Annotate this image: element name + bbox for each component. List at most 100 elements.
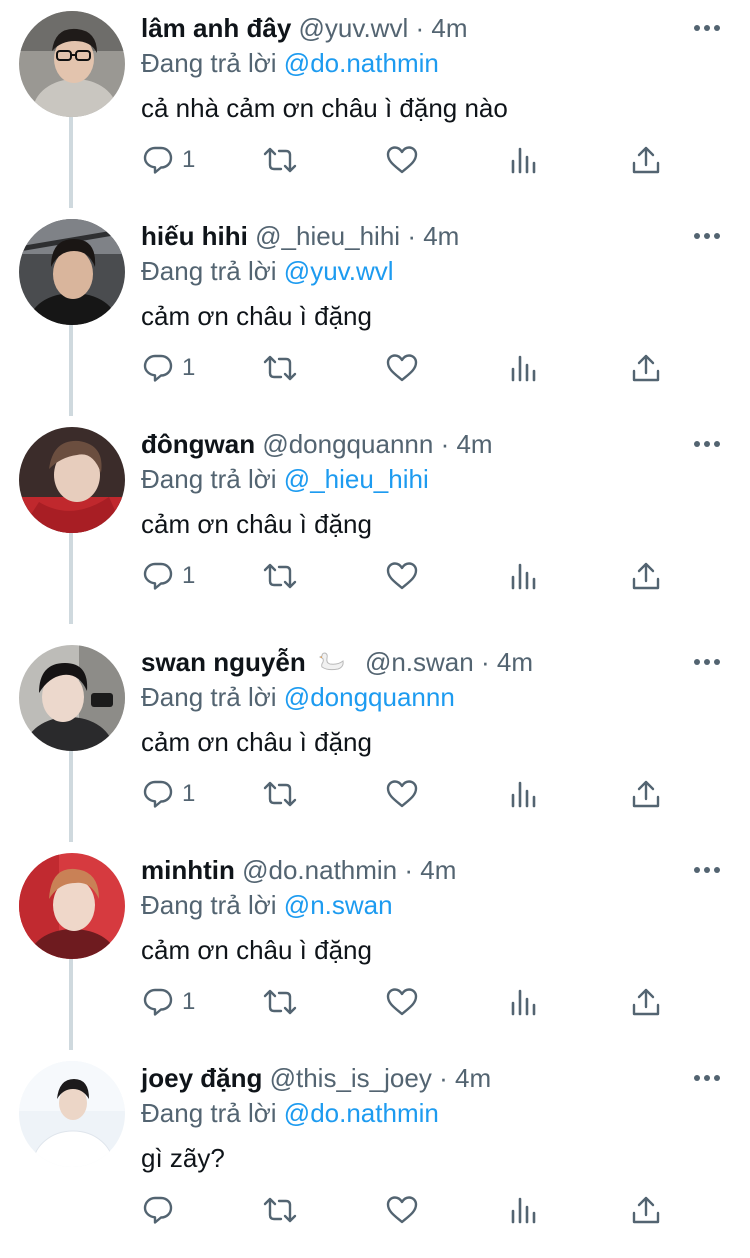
replying-to-mention[interactable]: @_hieu_hihi [284,464,429,494]
more-options-button[interactable] [692,18,722,38]
replying-to-mention[interactable]: @yuv.wvl [284,256,394,286]
timestamp[interactable]: 4m [420,855,456,885]
like-button[interactable] [385,348,419,388]
replying-to: Đang trả lời @do.nathmin [141,1096,439,1130]
retweet-icon [263,989,297,1015]
timestamp[interactable]: 4m [456,429,492,459]
views-button[interactable] [508,348,540,388]
timestamp[interactable]: 4m [423,221,459,251]
replying-to-label: Đang trả lời [141,682,277,712]
analytics-icon [511,355,536,382]
more-dots-icon [694,867,720,873]
replying-to-mention[interactable]: @n.swan [284,890,393,920]
display-name[interactable]: swan nguyễn [141,647,306,677]
more-options-button[interactable] [692,226,722,246]
tweet[interactable]: lâm anh đây @yuv.wvl · 4m Đang trả lời @… [0,0,750,208]
more-options-button[interactable] [692,652,722,672]
share-button[interactable] [630,982,662,1022]
views-button[interactable] [508,140,540,180]
tweet[interactable]: minhtin @do.nathmin · 4m Đang trả lời @n… [0,842,750,1050]
like-button[interactable] [385,1190,419,1230]
reply-count: 1 [182,562,196,589]
like-button[interactable] [385,982,419,1022]
replying-to-mention[interactable]: @dongquannn [284,682,455,712]
retweet-icon [263,1197,297,1223]
avatar[interactable] [19,11,125,117]
views-button[interactable] [508,556,540,596]
tweet-text: cảm ơn châu ì đặng [141,301,372,331]
timestamp[interactable]: 4m [431,13,467,43]
display-name[interactable]: minhtin [141,855,235,885]
user-handle[interactable]: @yuv.wvl [299,13,409,43]
replying-to-label: Đang trả lời [141,1098,277,1128]
reply-button[interactable]: 1 [142,774,195,814]
tweet-header: đôngwan @dongquannn · 4m [141,426,493,462]
display-name[interactable]: hiếu hihi [141,221,248,251]
views-button[interactable] [508,982,540,1022]
user-handle[interactable]: @_hieu_hihi [255,221,400,251]
tweet[interactable]: swan nguyễn @n.swan · 4m Đang trả lời @d… [0,634,750,842]
tweet[interactable]: hiếu hihi @_hieu_hihi · 4m Đang trả lời … [0,208,750,416]
replying-to-mention[interactable]: @do.nathmin [284,1098,439,1128]
avatar[interactable] [19,645,125,751]
share-button[interactable] [630,140,662,180]
more-options-button[interactable] [692,1068,722,1088]
user-handle[interactable]: @this_is_joey [270,1063,432,1093]
replying-to: Đang trả lời @do.nathmin [141,46,439,80]
more-options-button[interactable] [692,434,722,454]
reply-button[interactable]: 1 [142,140,195,180]
replying-to: Đang trả lời @n.swan [141,888,393,922]
share-button[interactable] [630,348,662,388]
like-button[interactable] [385,774,419,814]
heart-icon [386,354,418,382]
replying-to-label: Đang trả lời [141,48,277,78]
reply-button[interactable]: 1 [142,982,195,1022]
timestamp[interactable]: 4m [497,647,533,677]
tweet-actions: 1 [0,556,750,596]
separator-dot: · [404,855,414,885]
avatar[interactable] [19,1061,125,1167]
display-name[interactable]: joey đặng [141,1063,262,1093]
share-icon [632,354,660,382]
retweet-button[interactable] [262,348,298,388]
share-button[interactable] [630,774,662,814]
retweet-button[interactable] [262,774,298,814]
views-button[interactable] [508,774,540,814]
like-button[interactable] [385,556,419,596]
more-options-button[interactable] [692,860,722,880]
tweet-text: cả nhà cảm ơn châu ì đặng nào [141,93,508,123]
user-handle[interactable]: @n.swan [365,647,474,677]
retweet-button[interactable] [262,140,298,180]
reply-button[interactable]: 1 [142,348,195,388]
share-button[interactable] [630,556,662,596]
like-button[interactable] [385,140,419,180]
swan-emoji [316,646,346,682]
tweet[interactable]: đôngwan @dongquannn · 4m Đang trả lời @_… [0,416,750,624]
user-handle[interactable]: @dongquannn [262,429,433,459]
replying-to-mention[interactable]: @do.nathmin [284,48,439,78]
display-name[interactable]: lâm anh đây [141,13,291,43]
replying-to-label: Đang trả lời [141,890,277,920]
retweet-button[interactable] [262,556,298,596]
tweet[interactable]: joey đặng @this_is_joey · 4m Đang trả lờ… [0,1050,750,1258]
reply-button[interactable]: 1 [142,556,195,596]
retweet-button[interactable] [262,1190,298,1230]
tweet-text: gì zãy? [141,1143,225,1173]
views-button[interactable] [508,1190,540,1230]
retweet-icon [263,781,297,807]
tweet-actions: 1 [0,140,750,180]
reply-count: 1 [182,780,196,807]
timestamp[interactable]: 4m [455,1063,491,1093]
display-name[interactable]: đôngwan [141,429,255,459]
user-handle[interactable]: @do.nathmin [242,855,397,885]
tweet-actions: 1 [0,774,750,814]
reply-count: 1 [182,146,196,173]
share-button[interactable] [630,1190,662,1230]
retweet-button[interactable] [262,982,298,1022]
replying-to: Đang trả lời @yuv.wvl [141,254,394,288]
reply-button[interactable] [142,1190,182,1230]
avatar[interactable] [19,219,125,325]
avatar[interactable] [19,427,125,533]
heart-icon [386,562,418,590]
avatar[interactable] [19,853,125,959]
